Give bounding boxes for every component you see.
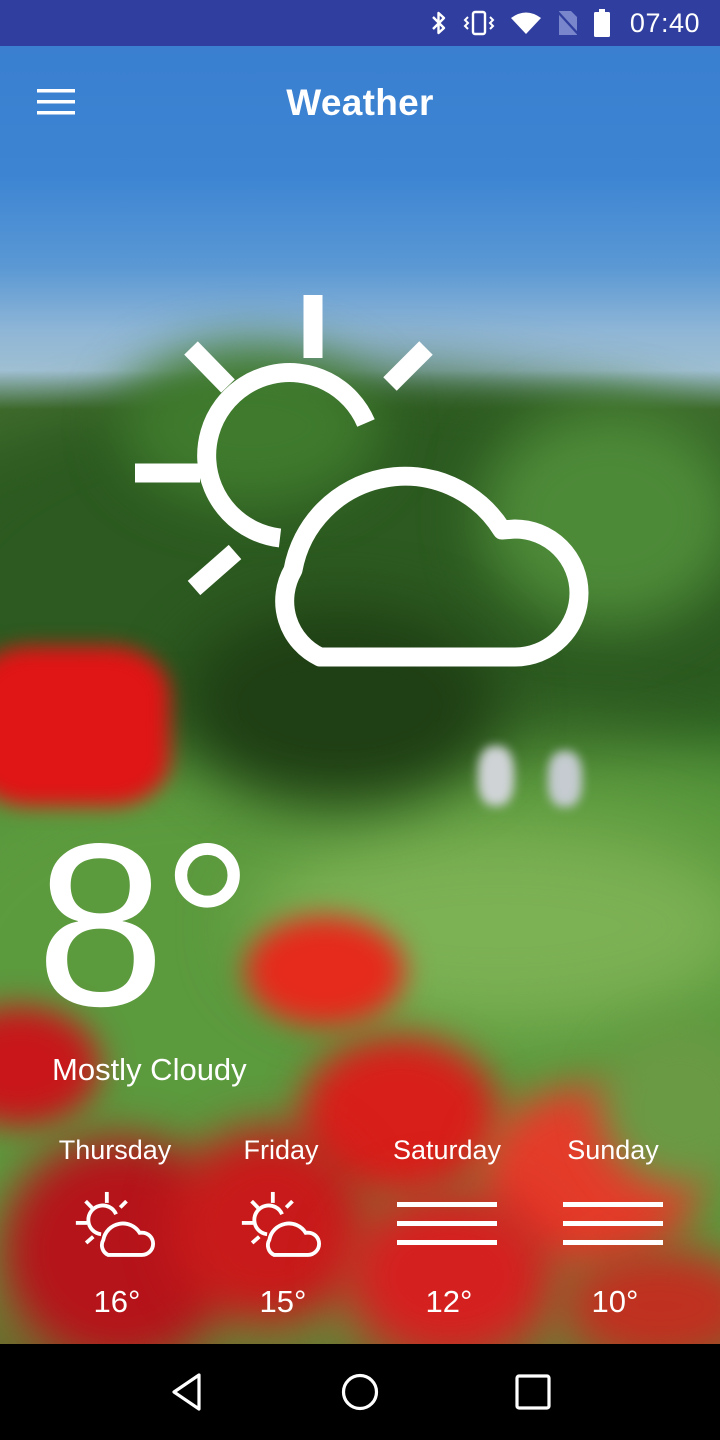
forecast-day[interactable]: Sunday 10° <box>530 1130 696 1324</box>
status-bar: 07:40 <box>0 0 720 46</box>
partly-cloudy-icon <box>135 295 589 667</box>
forecast-day[interactable]: Saturday 12° <box>364 1130 530 1324</box>
fog-icon <box>563 1202 663 1245</box>
day-name: Thursday <box>58 1135 172 1165</box>
no-sim-icon <box>556 8 580 38</box>
current-condition: Mostly Cloudy <box>52 1052 247 1087</box>
app-title: Weather <box>286 82 434 123</box>
battery-icon <box>593 8 610 38</box>
app-bar: Weather <box>0 46 720 158</box>
forecast-day[interactable]: Friday 15° <box>198 1130 364 1324</box>
day-name: Sunday <box>567 1135 659 1165</box>
clock: 07:40 <box>629 7 700 38</box>
recents-icon <box>515 1374 551 1410</box>
partly-cloudy-icon <box>75 1191 155 1257</box>
fog-icon <box>397 1202 497 1245</box>
forecast-list: Thursday 16° Friday 15° Saturday 12° Sun… <box>32 1130 696 1324</box>
day-temperature: 10° <box>591 1284 639 1319</box>
day-name: Friday <box>243 1135 319 1165</box>
back-button[interactable] <box>147 1352 227 1432</box>
day-temperature: 15° <box>259 1284 307 1319</box>
day-name: Saturday <box>392 1135 502 1165</box>
recents-button[interactable] <box>493 1352 573 1432</box>
vibrate-icon <box>462 8 496 38</box>
back-icon <box>172 1373 201 1411</box>
partly-cloudy-icon <box>241 1191 321 1257</box>
navigation-bar <box>0 1344 720 1440</box>
forecast-day[interactable]: Thursday 16° <box>32 1130 198 1324</box>
home-icon <box>341 1373 379 1411</box>
bluetooth-icon <box>430 8 448 38</box>
day-temperature: 12° <box>425 1284 473 1319</box>
day-temperature: 16° <box>93 1284 141 1319</box>
home-button[interactable] <box>320 1352 400 1432</box>
wifi-icon <box>510 8 542 38</box>
current-temperature: 8° <box>36 796 254 1055</box>
